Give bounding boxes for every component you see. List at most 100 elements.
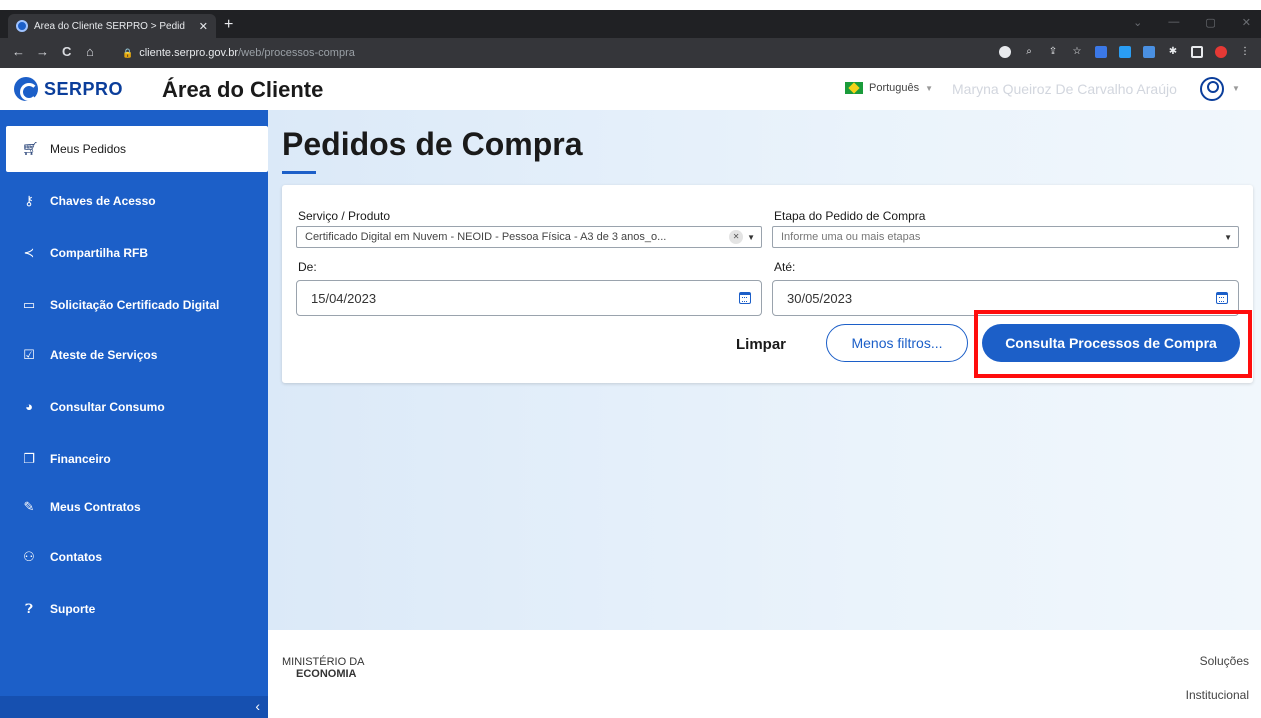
serpro-logo-icon bbox=[14, 77, 38, 101]
sidebar-item-compartilha-rfb[interactable]: ≺ Compartilha RFB bbox=[6, 230, 268, 276]
de-date-value: 15/04/2023 bbox=[311, 290, 377, 306]
servico-value: Certificado Digital em Nuvem - NEOID - P… bbox=[305, 231, 667, 243]
sidebar-item-ateste-de-servicos[interactable]: ☑ Ateste de Serviços bbox=[6, 332, 268, 378]
serpro-logo[interactable]: SERPRO bbox=[14, 77, 123, 101]
sidebar-item-label: Meus Contratos bbox=[50, 500, 141, 514]
sidebar-item-label: Consultar Consumo bbox=[50, 400, 165, 414]
extension-icon[interactable] bbox=[1095, 46, 1107, 58]
checkbox-icon: ☑ bbox=[23, 347, 35, 362]
sidebar-item-label: Ateste de Serviços bbox=[50, 348, 158, 362]
app-header: SERPRO Área do Cliente Português ▼ Maryn… bbox=[0, 68, 1261, 110]
less-filters-button[interactable]: Menos filtros... bbox=[826, 324, 968, 362]
browser-tabbar: Área do Cliente SERPRO > Pedid ✕ + ⌄ — ▢… bbox=[0, 10, 1261, 38]
home-icon[interactable]: ⌂ bbox=[86, 45, 94, 59]
chevron-down-icon[interactable]: ▼ bbox=[1232, 84, 1240, 93]
url-host: cliente.serpro.gov.br bbox=[139, 47, 239, 59]
cart-icon: 🛒︎ bbox=[22, 141, 39, 156]
share-icon[interactable]: ⇪ bbox=[1047, 46, 1059, 58]
new-tab-button[interactable]: + bbox=[224, 17, 233, 33]
zoom-icon[interactable]: ⌕ bbox=[1023, 46, 1035, 58]
gauge-icon: ◕ bbox=[25, 399, 33, 414]
ate-label: Até: bbox=[774, 260, 796, 274]
language-selector[interactable]: Português ▼ bbox=[845, 82, 933, 94]
extension-icon[interactable] bbox=[1119, 46, 1131, 58]
url-path: /web/processos-compra bbox=[238, 47, 355, 59]
browser-tab[interactable]: Área do Cliente SERPRO > Pedid ✕ bbox=[8, 14, 216, 38]
etapa-select[interactable]: Informe uma ou mais etapas ▼ bbox=[772, 226, 1239, 248]
key-icon: ⚷ bbox=[24, 193, 34, 208]
copy-icon: ❐ bbox=[23, 451, 35, 466]
sidebar-item-label: Chaves de Acesso bbox=[50, 194, 156, 208]
puzzle-icon[interactable]: ✱ bbox=[1167, 46, 1179, 58]
forward-icon[interactable]: → bbox=[36, 45, 49, 59]
sidebar-item-label: Contatos bbox=[50, 550, 102, 564]
translate-icon[interactable] bbox=[1143, 46, 1155, 58]
highlight-annotation bbox=[974, 310, 1252, 378]
sidebar: 🛒︎ Meus Pedidos ⚷ Chaves de Acesso ≺ Com… bbox=[0, 110, 268, 718]
reload-icon[interactable]: C bbox=[62, 45, 71, 59]
ministry-line2: ECONOMIA bbox=[296, 668, 357, 680]
sidebar-item-financeiro[interactable]: ❐ Financeiro bbox=[6, 436, 268, 482]
clear-selection-icon[interactable]: ✕ bbox=[729, 230, 744, 244]
back-icon[interactable]: ← bbox=[12, 45, 25, 59]
sidebar-item-suporte[interactable]: ❓︎ Suporte bbox=[6, 586, 268, 632]
footer: MINISTÉRIO DA ECONOMIA Soluções Instituc… bbox=[268, 630, 1261, 718]
extensions-row: ⌕ ⇪ ☆ ✱ ⋮ bbox=[999, 46, 1251, 58]
tab-search-icon[interactable]: ⌄ bbox=[1133, 16, 1142, 29]
chevron-down-icon[interactable]: ▼ bbox=[1224, 233, 1232, 242]
minimize-icon[interactable]: — bbox=[1168, 16, 1179, 29]
sidebar-item-consultar-consumo[interactable]: ◕ Consultar Consumo bbox=[6, 384, 268, 430]
sidebar-item-meus-pedidos[interactable]: 🛒︎ Meus Pedidos bbox=[6, 126, 268, 172]
logo-text: SERPRO bbox=[44, 78, 124, 99]
user-name[interactable]: Maryna Queiroz De Carvalho Araújo bbox=[952, 81, 1177, 97]
calendar-icon[interactable] bbox=[1216, 292, 1228, 304]
page-title: Pedidos de Compra bbox=[282, 126, 583, 162]
window-controls: ⌄ — ▢ ✕ bbox=[1133, 16, 1251, 29]
language-label: Português bbox=[869, 82, 920, 94]
close-window-icon[interactable]: ✕ bbox=[1242, 16, 1251, 29]
sidebar-item-label: Compartilha RFB bbox=[50, 246, 149, 260]
sidebar-item-label: Meus Pedidos bbox=[50, 142, 127, 156]
sidebar-item-contatos[interactable]: ⚇ Contatos bbox=[6, 534, 268, 580]
help-icon: ❓︎ bbox=[25, 601, 33, 616]
chevron-down-icon[interactable]: ▼ bbox=[747, 233, 755, 242]
de-label: De: bbox=[298, 260, 317, 274]
calendar-icon[interactable] bbox=[739, 292, 751, 304]
sidebar-collapse-bar[interactable]: ‹ bbox=[0, 696, 268, 718]
share-icon: ≺ bbox=[23, 245, 35, 260]
chevron-left-icon[interactable]: ‹ bbox=[255, 698, 260, 714]
tab-title: Área do Cliente SERPRO > Pedid bbox=[34, 20, 185, 32]
sidebar-item-label: Financeiro bbox=[50, 452, 111, 466]
window-top-strip bbox=[0, 0, 1261, 10]
title-underline bbox=[282, 171, 316, 174]
contract-icon: ✎ bbox=[23, 499, 35, 514]
ministry-logo: MINISTÉRIO DA ECONOMIA bbox=[282, 656, 365, 680]
id-card-icon: ▭ bbox=[22, 297, 36, 312]
footer-link-institucional[interactable]: Institucional bbox=[1186, 688, 1249, 702]
sidebar-item-label: Solicitação Certificado Digital bbox=[50, 298, 220, 312]
sidebar-item-solicitacao-certificado[interactable]: ▭ Solicitação Certificado Digital bbox=[6, 282, 268, 328]
ate-date-value: 30/05/2023 bbox=[787, 290, 853, 306]
tab-close-icon[interactable]: ✕ bbox=[199, 20, 208, 33]
lock-icon[interactable]: 🔒 bbox=[122, 48, 133, 59]
de-date-field[interactable]: 15/04/2023 bbox=[296, 280, 762, 316]
sidebar-item-meus-contratos[interactable]: ✎ Meus Contratos bbox=[6, 484, 268, 530]
ministry-line1: MINISTÉRIO DA bbox=[282, 656, 365, 668]
serpro-favicon-icon bbox=[16, 20, 28, 32]
app-title: Área do Cliente bbox=[162, 77, 324, 102]
users-icon: ⚇ bbox=[23, 549, 35, 564]
sidepanel-icon[interactable] bbox=[1191, 46, 1203, 58]
user-avatar-icon[interactable] bbox=[1200, 77, 1224, 101]
maximize-icon[interactable]: ▢ bbox=[1205, 16, 1215, 29]
star-icon[interactable]: ☆ bbox=[1071, 46, 1083, 58]
etapa-label: Etapa do Pedido de Compra bbox=[774, 209, 926, 223]
footer-link-solucoes[interactable]: Soluções bbox=[1200, 654, 1249, 668]
menu-icon[interactable]: ⋮ bbox=[1239, 46, 1251, 58]
browser-toolbar: ← → C ⌂ 🔒 cliente.serpro.gov.br /web/pro… bbox=[0, 38, 1261, 68]
servico-select[interactable]: Certificado Digital em Nuvem - NEOID - P… bbox=[296, 226, 762, 248]
etapa-placeholder: Informe uma ou mais etapas bbox=[781, 231, 921, 243]
record-icon[interactable] bbox=[1215, 46, 1227, 58]
clear-button[interactable]: Limpar bbox=[736, 336, 786, 353]
sidebar-item-chaves-de-acesso[interactable]: ⚷ Chaves de Acesso bbox=[6, 178, 268, 224]
google-icon[interactable] bbox=[999, 46, 1011, 58]
